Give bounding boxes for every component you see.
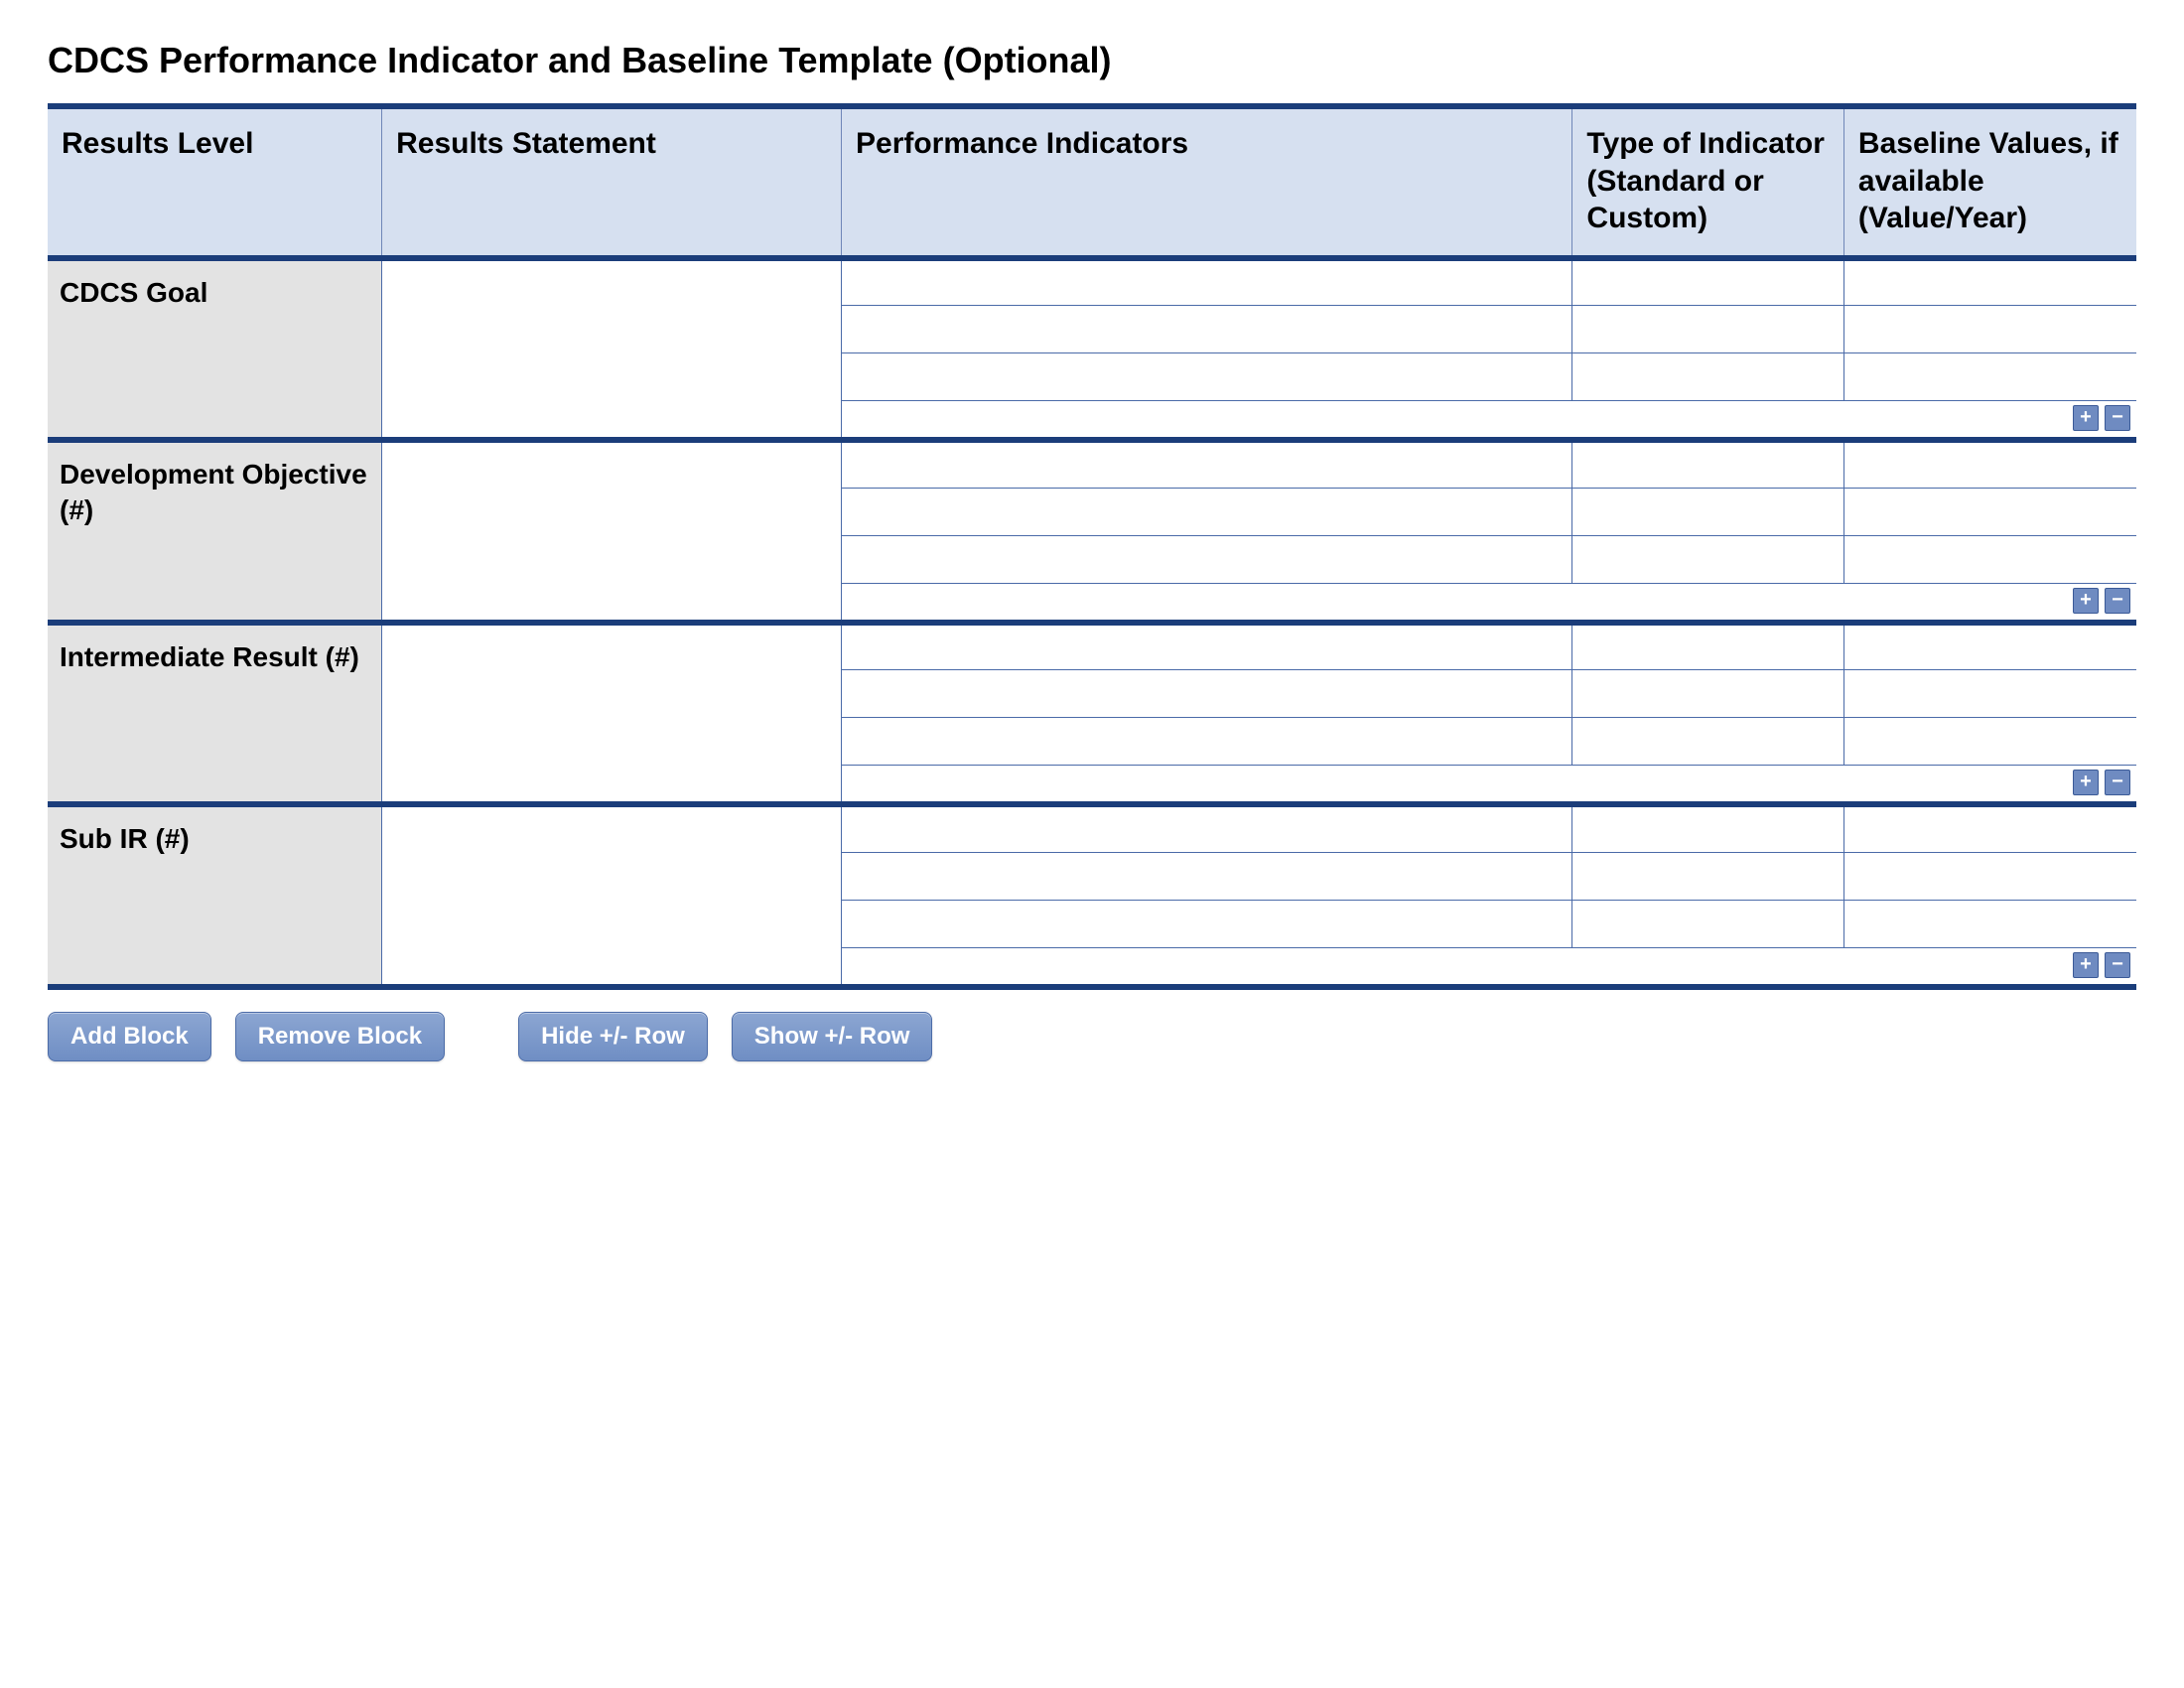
type-of-indicator-cell[interactable] [1572, 718, 1844, 766]
type-of-indicator-cell[interactable] [1572, 804, 1844, 852]
results-level-cell: Intermediate Result (#) [48, 623, 382, 805]
baseline-value-cell[interactable] [1843, 488, 2136, 535]
col-header-type-of-indicator: Type of Indicator (Standard or Custom) [1572, 106, 1844, 258]
results-level-cell: Sub IR (#) [48, 804, 382, 987]
performance-indicator-cell[interactable] [842, 623, 1572, 670]
page-title: CDCS Performance Indicator and Baseline … [48, 40, 2136, 81]
baseline-value-cell[interactable] [1843, 623, 2136, 670]
performance-indicator-cell[interactable] [842, 852, 1572, 900]
type-of-indicator-cell[interactable] [1572, 306, 1844, 353]
results-level-cell: Development Objective (#) [48, 440, 382, 623]
performance-indicator-cell[interactable] [842, 353, 1572, 401]
add-row-button[interactable]: + [2073, 588, 2099, 614]
baseline-value-cell[interactable] [1843, 440, 2136, 488]
remove-block-button[interactable]: Remove Block [235, 1012, 445, 1061]
performance-indicator-cell[interactable] [842, 804, 1572, 852]
baseline-value-cell[interactable] [1843, 670, 2136, 718]
performance-indicator-cell[interactable] [842, 440, 1572, 488]
type-of-indicator-cell[interactable] [1572, 623, 1844, 670]
remove-row-button[interactable]: − [2105, 405, 2130, 431]
results-statement-cell[interactable] [382, 258, 842, 441]
results-statement-cell[interactable] [382, 623, 842, 805]
type-of-indicator-cell[interactable] [1572, 488, 1844, 535]
row-controls: +− [842, 766, 2137, 805]
type-of-indicator-cell[interactable] [1572, 353, 1844, 401]
remove-row-button[interactable]: − [2105, 588, 2130, 614]
type-of-indicator-cell[interactable] [1572, 670, 1844, 718]
footer-button-bar: Add Block Remove Block Hide +/- Row Show… [48, 1012, 2136, 1061]
baseline-value-cell[interactable] [1843, 718, 2136, 766]
baseline-value-cell[interactable] [1843, 535, 2136, 583]
add-row-button[interactable]: + [2073, 770, 2099, 795]
remove-row-button[interactable]: − [2105, 952, 2130, 978]
add-row-button[interactable]: + [2073, 952, 2099, 978]
col-header-results-statement: Results Statement [382, 106, 842, 258]
performance-indicator-cell[interactable] [842, 718, 1572, 766]
performance-indicator-cell[interactable] [842, 258, 1572, 306]
remove-row-button[interactable]: − [2105, 770, 2130, 795]
col-header-baseline-values: Baseline Values, if available (Value/Yea… [1843, 106, 2136, 258]
type-of-indicator-cell[interactable] [1572, 440, 1844, 488]
performance-indicator-cell[interactable] [842, 306, 1572, 353]
type-of-indicator-cell[interactable] [1572, 900, 1844, 947]
add-block-button[interactable]: Add Block [48, 1012, 211, 1061]
type-of-indicator-cell[interactable] [1572, 258, 1844, 306]
baseline-value-cell[interactable] [1843, 353, 2136, 401]
add-row-button[interactable]: + [2073, 405, 2099, 431]
type-of-indicator-cell[interactable] [1572, 852, 1844, 900]
results-statement-cell[interactable] [382, 804, 842, 987]
baseline-value-cell[interactable] [1843, 852, 2136, 900]
results-level-cell: CDCS Goal [48, 258, 382, 441]
hide-row-button[interactable]: Hide +/- Row [518, 1012, 708, 1061]
col-header-results-level: Results Level [48, 106, 382, 258]
row-controls: +− [842, 947, 2137, 987]
row-controls: +− [842, 583, 2137, 623]
indicator-table: Results Level Results Statement Performa… [48, 103, 2136, 990]
results-statement-cell[interactable] [382, 440, 842, 623]
performance-indicator-cell[interactable] [842, 670, 1572, 718]
show-row-button[interactable]: Show +/- Row [732, 1012, 933, 1061]
row-controls: +− [842, 401, 2137, 441]
baseline-value-cell[interactable] [1843, 900, 2136, 947]
type-of-indicator-cell[interactable] [1572, 535, 1844, 583]
col-header-performance-indicators: Performance Indicators [842, 106, 1572, 258]
performance-indicator-cell[interactable] [842, 535, 1572, 583]
baseline-value-cell[interactable] [1843, 804, 2136, 852]
performance-indicator-cell[interactable] [842, 900, 1572, 947]
performance-indicator-cell[interactable] [842, 488, 1572, 535]
baseline-value-cell[interactable] [1843, 306, 2136, 353]
baseline-value-cell[interactable] [1843, 258, 2136, 306]
